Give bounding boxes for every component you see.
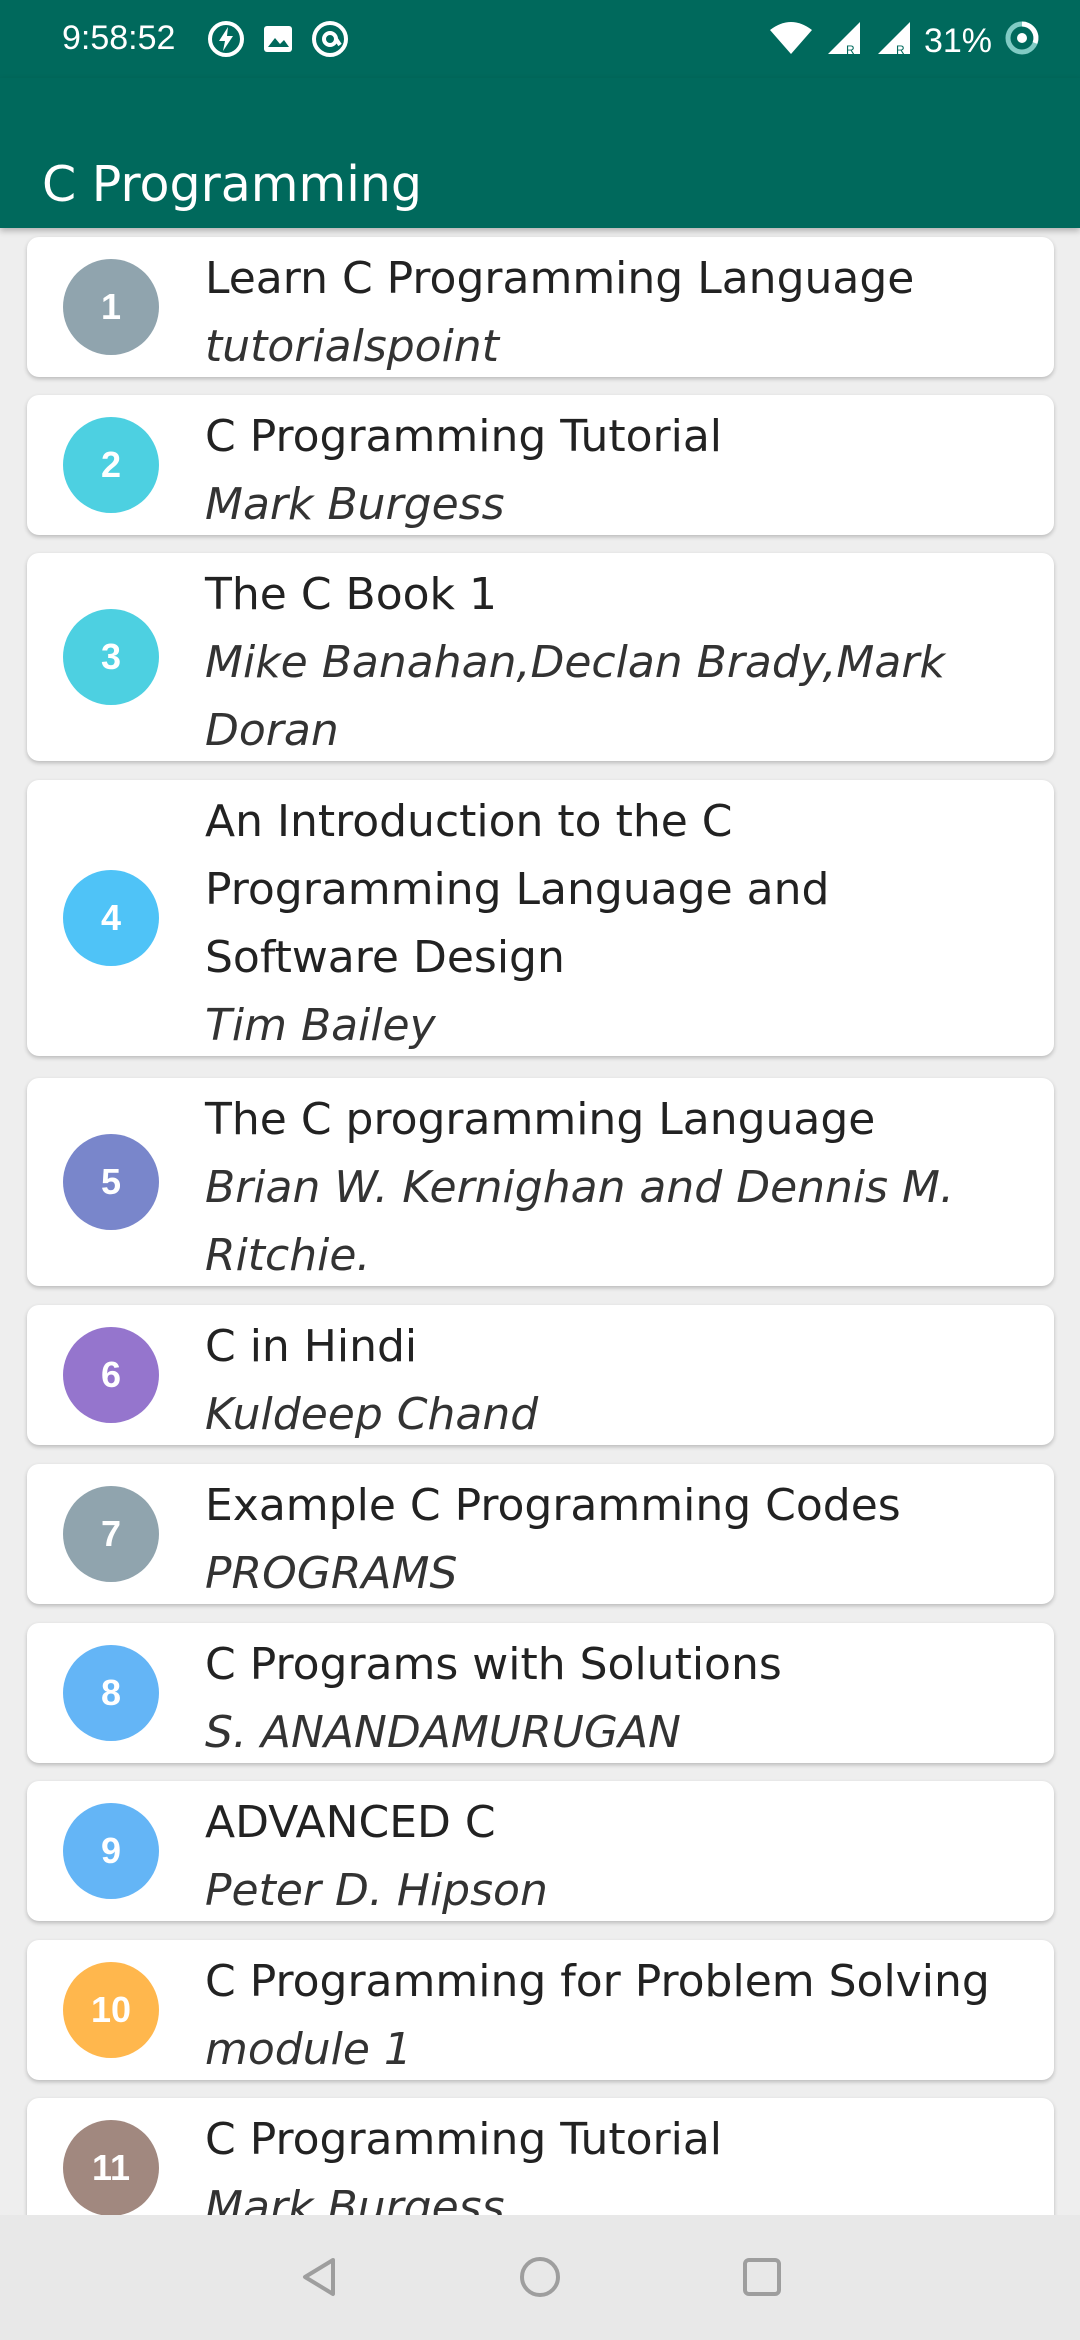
book-card[interactable]: 9 ADVANCED C Peter D. Hipson (27, 1781, 1054, 1921)
svg-text:R: R (896, 43, 905, 57)
book-title: C in Hindi (205, 1321, 418, 1372)
book-card[interactable]: 8 C Programs with Solutions S. ANANDAMURUG… (27, 1623, 1054, 1763)
book-card[interactable]: 11 C Programming Tutorial Mark Burgess (27, 2098, 1054, 2215)
battery-ring-icon (1002, 18, 1042, 63)
page-title: C Programming (42, 155, 423, 213)
book-card[interactable]: 5 The C programming Language Brian W. Kern… (27, 1078, 1054, 1286)
notification-icons (206, 19, 350, 64)
book-author: module 1 (205, 2024, 412, 2075)
book-title: C Programming Tutorial (205, 411, 722, 462)
book-author: Mark Burgess (205, 479, 505, 530)
navigation-bar (0, 2215, 1080, 2340)
recents-icon (743, 2258, 781, 2296)
book-card[interactable]: 2 C Programming Tutorial Mark Burgess (27, 395, 1054, 535)
book-number-badge: 10 (63, 1962, 159, 2058)
book-card[interactable]: 4 An Introduction to the C Programming La… (27, 780, 1054, 1056)
signal-r-icon: R (874, 18, 914, 63)
book-number-badge: 2 (63, 417, 159, 513)
at-circle-icon (310, 19, 350, 64)
book-author: tutorialspoint (205, 321, 499, 372)
book-title: An Introduction to the C Programming Lan… (205, 796, 830, 983)
book-title: Learn C Programming Language (205, 253, 915, 304)
book-author: Kuldeep Chand (205, 1389, 539, 1440)
home-button[interactable] (508, 2245, 572, 2309)
book-number-badge: 1 (63, 259, 159, 355)
book-number-badge: 8 (63, 1645, 159, 1741)
home-icon (520, 2257, 560, 2297)
book-author: PROGRAMS (205, 1548, 458, 1599)
book-author: Peter D. Hipson (205, 1865, 548, 1916)
book-card[interactable]: 6 C in Hindi Kuldeep Chand (27, 1305, 1054, 1445)
book-card[interactable]: 10 C Programming for Problem Solving modul… (27, 1940, 1054, 2080)
book-list[interactable]: 1 Learn C Programming Language tutorialspo… (0, 228, 1080, 2215)
wifi-icon (768, 18, 814, 63)
book-title: The C programming Language (205, 1094, 876, 1145)
book-number-badge: 9 (63, 1803, 159, 1899)
book-author: Tim Bailey (205, 1000, 436, 1051)
battery-percent: 31% (923, 21, 992, 60)
flash-circle-icon (206, 19, 246, 64)
book-card[interactable]: 7 Example C Programming Codes PROGRAMS (27, 1464, 1054, 1604)
book-author: Mark Burgess (205, 2182, 505, 2215)
book-title: C Programming Tutorial (205, 2114, 722, 2165)
status-bar: 9:58:52 R R 31% (0, 0, 1080, 78)
image-icon (258, 19, 298, 64)
status-time: 9:58:52 (62, 19, 176, 57)
book-number-badge: 11 (63, 2120, 159, 2215)
book-number-badge: 5 (63, 1134, 159, 1230)
signal-r-icon: R (824, 18, 864, 63)
book-author: Brian W. Kernighan and Dennis M. Ritchie… (205, 1162, 955, 1281)
book-author: S. ANANDAMURUGAN (205, 1707, 681, 1758)
back-icon (303, 2258, 335, 2296)
book-number-badge: 3 (63, 609, 159, 705)
book-title: ADVANCED C (205, 1797, 496, 1848)
book-title: The C Book 1 (205, 569, 498, 620)
book-card[interactable]: 1 Learn C Programming Language tutorialspo… (27, 237, 1054, 377)
book-title: Example C Programming Codes (205, 1480, 901, 1531)
svg-text:R: R (846, 43, 855, 57)
book-number-badge: 7 (63, 1486, 159, 1582)
book-author: Mike Banahan,Declan Brady,Mark Doran (205, 637, 945, 756)
book-number-badge: 4 (63, 870, 159, 966)
system-status-icons: R R 31% (768, 18, 1042, 63)
book-card[interactable]: 3 The C Book 1 Mike Banahan,Declan Brady,M… (27, 553, 1054, 761)
book-title: C Programming for Problem Solving (205, 1956, 990, 2007)
app-bar: C Programming (0, 78, 1080, 228)
book-title: C Programs with Solutions (205, 1639, 782, 1690)
recents-button[interactable] (730, 2245, 794, 2309)
back-button[interactable] (288, 2245, 352, 2309)
book-number-badge: 6 (63, 1327, 159, 1423)
